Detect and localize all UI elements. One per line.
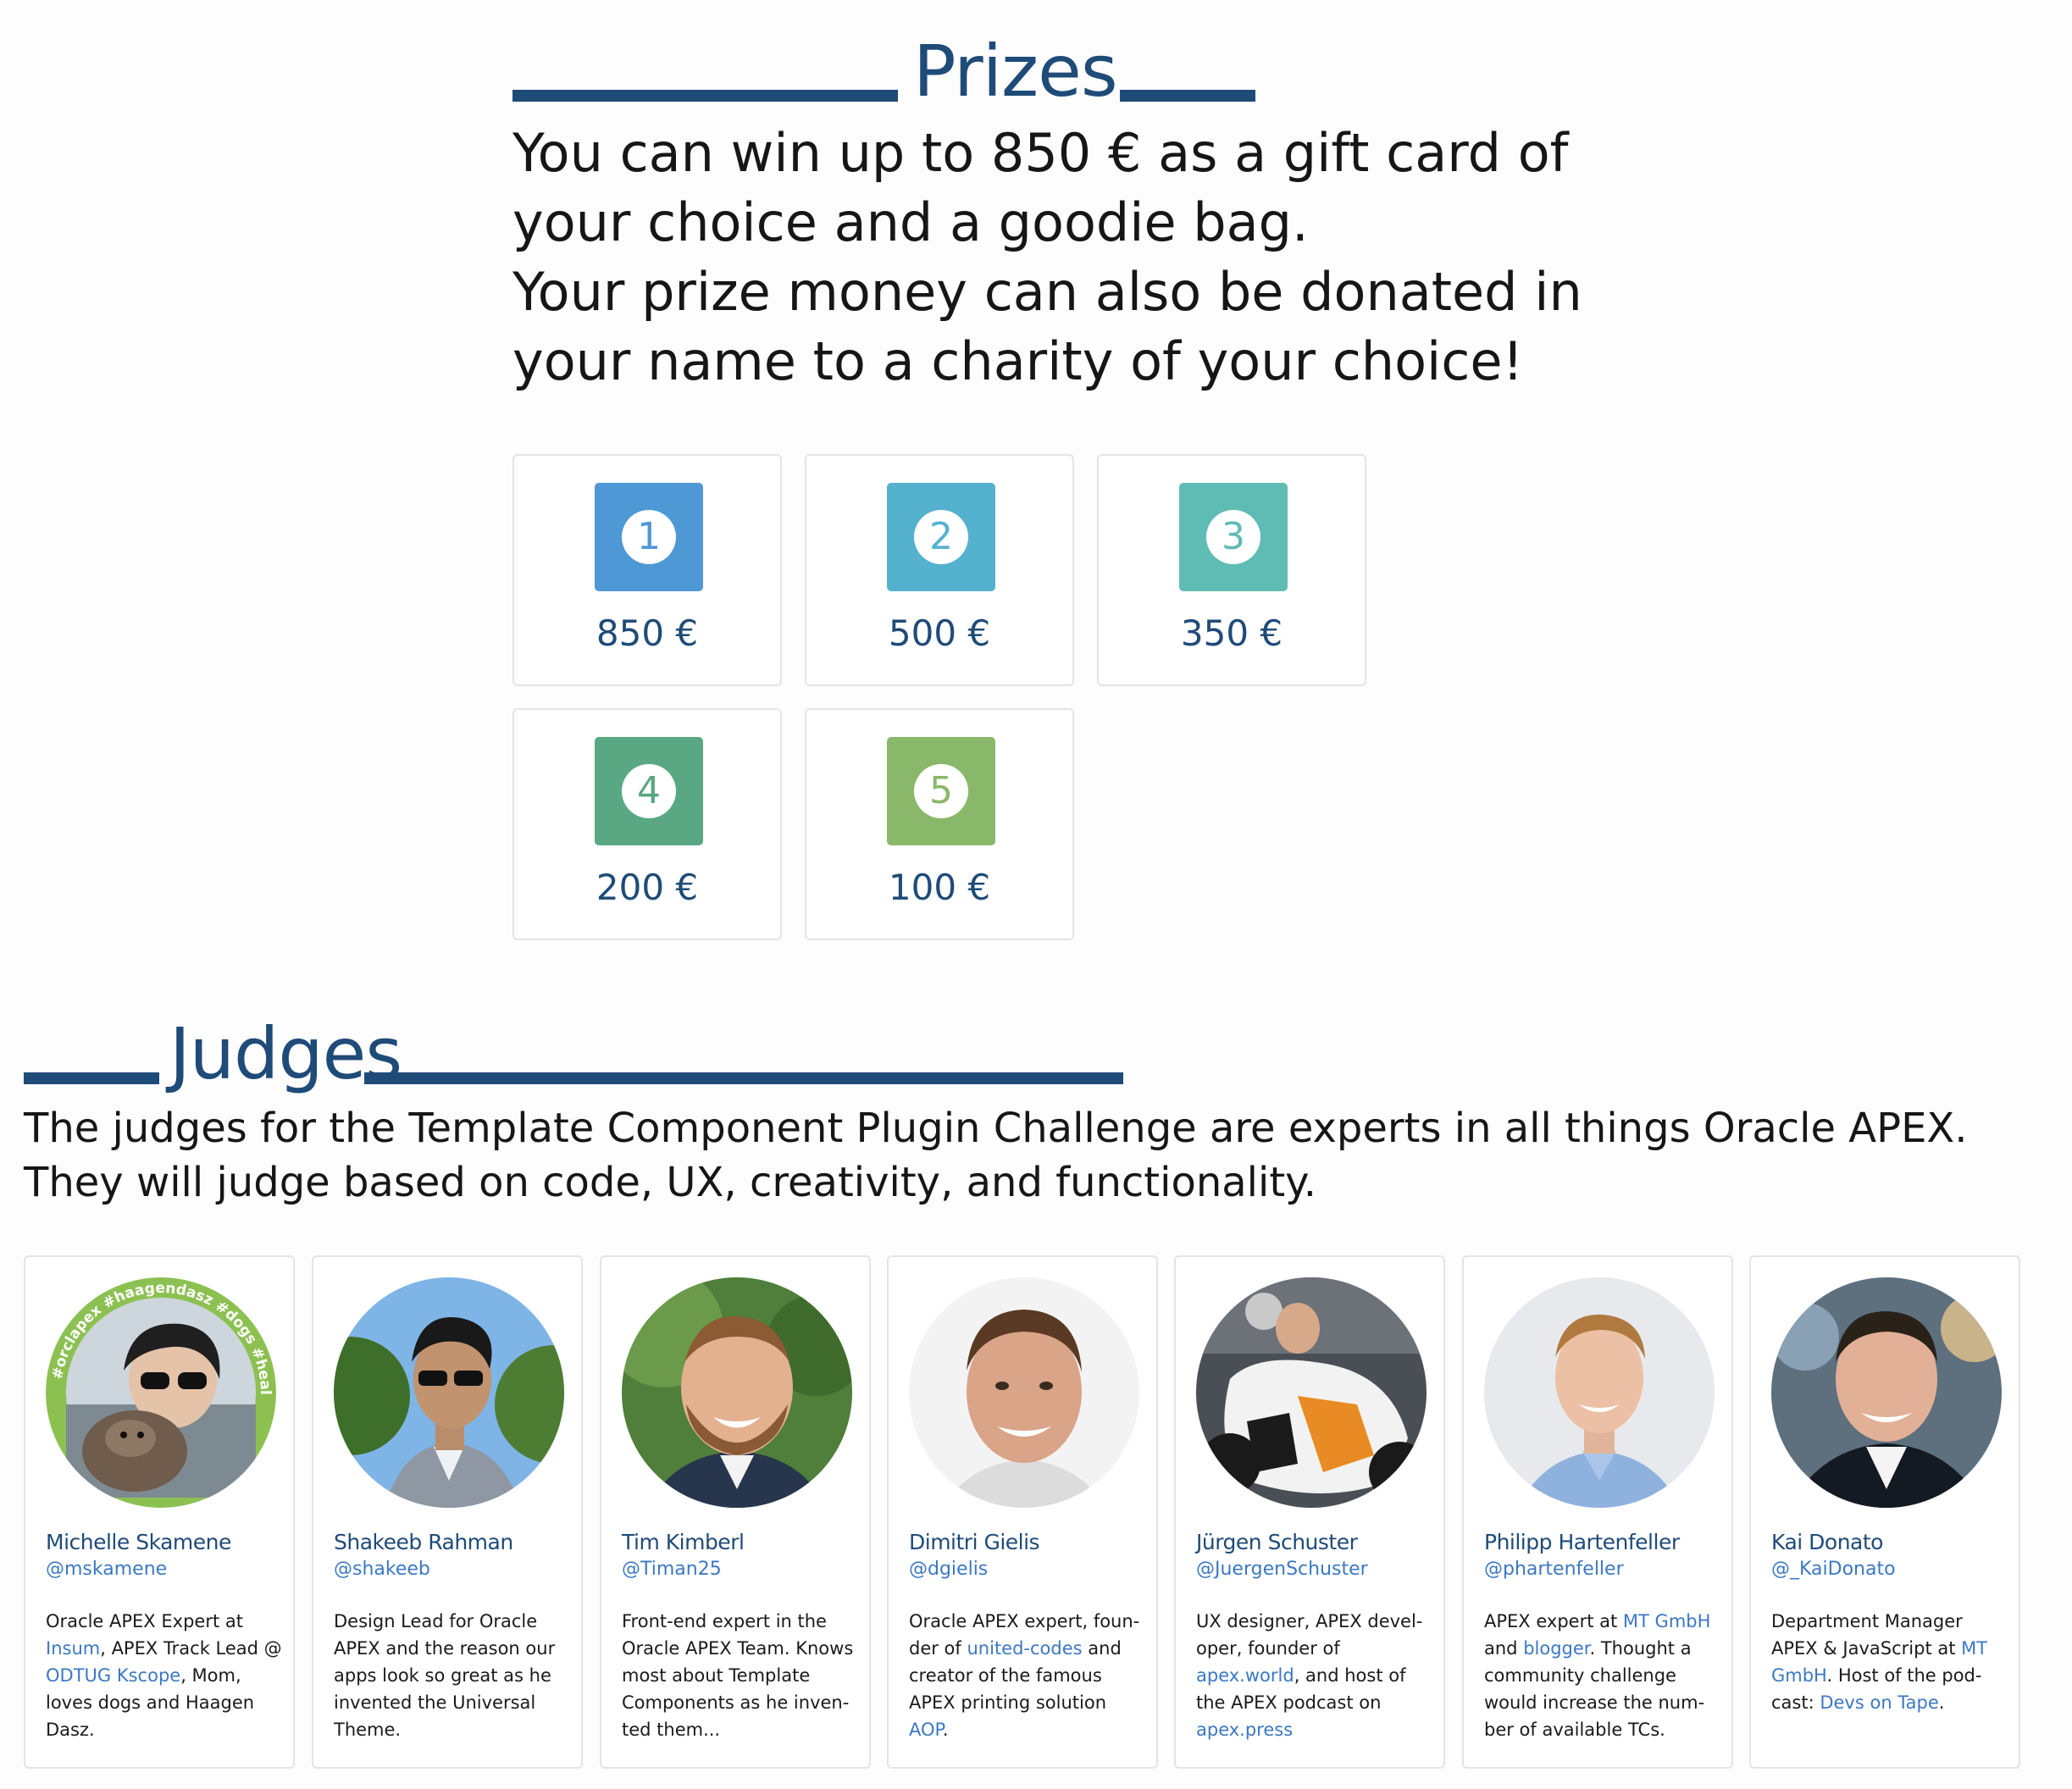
avatar-michelle-skamene: #orclapex #haagendasz #dogs #healtheplan… (46, 1277, 276, 1508)
prize-amount: 500 € (888, 612, 991, 654)
judge-bio-text: , APEX Track Lead @ (100, 1638, 282, 1659)
judge-bio: Oracle APEX Expert at Insum, APEX Track … (46, 1608, 283, 1743)
prize-amount: 350 € (1180, 612, 1283, 654)
prize-rank-badge: 4 (595, 737, 703, 845)
judge-bio-link[interactable]: apex.press (1196, 1720, 1293, 1740)
prize-rank-number: 1 (622, 510, 676, 564)
judge-bio-link[interactable]: blogger (1523, 1638, 1589, 1659)
judges-intro: The judges for the Template Component Pl… (24, 1101, 1972, 1210)
judge-bio-text: Department Manager APEX & JavaScript at (1771, 1611, 1963, 1659)
prize-card: 3 350 € (1097, 454, 1366, 686)
prizes-intro-line-2: Your prize money can also be donated in … (512, 261, 1582, 392)
judge-bio-link[interactable]: apex.world (1196, 1665, 1294, 1686)
judge-name: Jürgen Schuster (1196, 1530, 1358, 1554)
prizes-title-rule-right (1120, 90, 1255, 102)
prize-card: 1 850 € (512, 454, 782, 686)
judge-bio-text: APEX expert at (1484, 1611, 1623, 1631)
avatar-jurgen-schuster (1196, 1277, 1427, 1508)
judge-handle-link[interactable]: @Timan25 (622, 1559, 867, 1580)
judge-card: Kai Donato @_KaiDonato Department Manager … (1749, 1255, 2020, 1769)
avatar-dimitri-gielis (909, 1277, 1139, 1508)
prize-card: 4 200 € (512, 708, 782, 940)
prizes-title-rule-left (512, 90, 898, 102)
judge-bio-link[interactable]: AOP (909, 1720, 943, 1740)
avatar-shakeeb-rahman (334, 1277, 564, 1508)
prize-amount: 100 € (888, 867, 991, 908)
prize-rank-number: 4 (622, 764, 676, 818)
avatar-philipp-hartenfeller (1484, 1277, 1715, 1508)
avatar-tim-kimberl (622, 1277, 852, 1508)
judge-name: Shakeeb Rahman (334, 1530, 513, 1554)
judge-bio-link[interactable]: MT GmbH (1623, 1611, 1710, 1631)
judge-bio: Department Manager APEX & JavaScript at … (1771, 1608, 2008, 1716)
judge-bio-text: Oracle APEX Expert at (46, 1611, 243, 1631)
judge-card: Dimitri Gielis @dgielis Oracle APEX expert… (887, 1255, 1158, 1769)
prizes-title: Prizes (913, 30, 1118, 113)
judge-card: Shakeeb Rahman @shakeeb Design Lead for Or… (312, 1255, 583, 1769)
judge-bio-text: and (1484, 1638, 1524, 1659)
prize-rank-number: 3 (1206, 510, 1260, 564)
judge-handle-link[interactable]: @shakeeb (334, 1559, 579, 1580)
judge-bio-link[interactable]: united-codes (967, 1638, 1082, 1659)
judges-title-rule-left (24, 1072, 159, 1084)
judges-intro-line-1: The judges for the Template Component Pl… (24, 1105, 1968, 1152)
judge-handle-link[interactable]: @JuergenSchuster (1196, 1559, 1442, 1580)
prize-rank-number: 2 (914, 510, 968, 564)
prize-rank-badge: 3 (1179, 483, 1288, 591)
judge-bio: Front-end expert in the Oracle APEX Team… (622, 1608, 859, 1743)
prize-amount: 850 € (596, 612, 699, 654)
judge-bio-text: . (942, 1720, 949, 1740)
prize-rank-badge: 2 (887, 483, 995, 591)
avatar-kai-donato (1771, 1277, 2002, 1508)
judge-bio-link[interactable]: ODTUG Kscope (46, 1665, 180, 1686)
judge-card: Tim Kimberl @Timan25 Front-end expert in t… (600, 1255, 871, 1769)
judge-bio-link[interactable]: Insum (46, 1638, 100, 1659)
judge-name: Philipp Hartenfeller (1484, 1530, 1680, 1554)
judge-bio-text: UX designer, APEX devel-oper, founder of (1196, 1611, 1423, 1659)
prizes-intro-line-1: You can win up to 850 € as a gift card o… (512, 122, 1569, 253)
judges-title-rule-right (364, 1072, 1123, 1084)
prize-rank-badge: 1 (595, 483, 703, 591)
prizes-intro: You can win up to 850 € as a gift card o… (512, 119, 1614, 396)
judge-handle-link[interactable]: @mskamene (46, 1559, 291, 1580)
judges-intro-line-2: They will judge based on code, UX, creat… (24, 1159, 1316, 1206)
prize-card: 5 100 € (805, 708, 1074, 940)
judge-bio: APEX expert at MT GmbH and blogger. Thou… (1484, 1608, 1721, 1743)
judge-bio-link[interactable]: Devs on Tape (1820, 1692, 1938, 1713)
judge-name: Kai Donato (1771, 1530, 1883, 1554)
judge-name: Tim Kimberl (622, 1530, 745, 1554)
judge-handle-link[interactable]: @dgielis (909, 1559, 1155, 1580)
judge-bio-text: Front-end expert in the Oracle APEX Team… (622, 1611, 854, 1740)
prize-rank-number: 5 (914, 764, 968, 818)
prize-card: 2 500 € (805, 454, 1074, 686)
judge-bio: Oracle APEX expert, foun-der of united-c… (909, 1608, 1146, 1743)
judge-bio-text: Design Lead for Oracle APEX and the reas… (334, 1611, 556, 1740)
judge-card: #orclapex #haagendasz #dogs #healtheplan… (24, 1255, 295, 1769)
prize-amount: 200 € (596, 867, 699, 908)
judge-name: Dimitri Gielis (909, 1530, 1040, 1554)
judge-bio-text: . (1938, 1692, 1945, 1713)
judge-card: Philipp Hartenfeller @phartenfeller APEX e… (1462, 1255, 1733, 1769)
judge-handle-link[interactable]: @_KaiDonato (1771, 1559, 2017, 1580)
judge-bio: UX designer, APEX devel-oper, founder of… (1196, 1608, 1433, 1743)
judge-card: Jürgen Schuster @JuergenSchuster UX design… (1174, 1255, 1445, 1769)
judge-handle-link[interactable]: @phartenfeller (1484, 1559, 1730, 1580)
prize-rank-badge: 5 (887, 737, 995, 845)
judge-name: Michelle Skamene (46, 1530, 231, 1554)
judge-bio: Design Lead for Oracle APEX and the reas… (334, 1608, 571, 1743)
